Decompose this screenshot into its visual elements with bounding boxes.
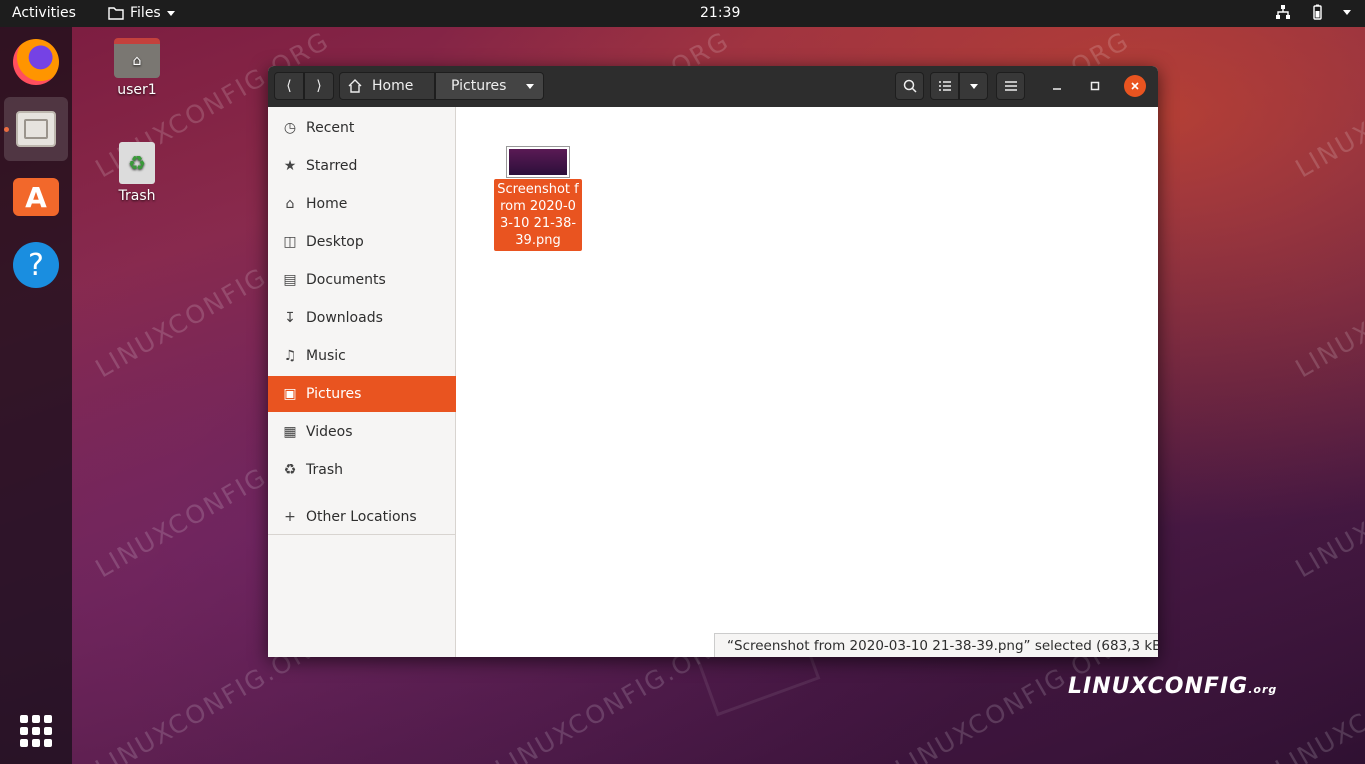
places-sidebar: ◷ Recent ★ Starred ⌂ Home ◫ Desktop ▤ Do… — [268, 107, 456, 657]
file-manager-window: ⟨ ⟩ Home Pictures ◷ Recent ★ Starred ⌂ H… — [268, 66, 1158, 657]
star-icon: ★ — [283, 158, 297, 174]
dock-help[interactable]: ? — [4, 233, 68, 297]
search-icon — [903, 79, 917, 93]
app-menu[interactable]: Files — [108, 5, 175, 21]
breadcrumb-label: Home — [372, 78, 414, 94]
home-icon: ⌂ — [285, 196, 295, 212]
activities-button[interactable]: Activities — [12, 5, 76, 21]
chevron-down-icon — [969, 83, 978, 89]
dock: A ? — [0, 27, 72, 764]
help-icon: ? — [13, 242, 59, 288]
sidebar-item-recent[interactable]: ◷ Recent — [268, 110, 456, 146]
file-view[interactable]: Screenshot from 2020-03-10 21-38-39.png — [457, 107, 1158, 657]
app-menu-label: Files — [130, 5, 161, 21]
chevron-right-icon: ⟩ — [316, 78, 322, 94]
trash-icon: ♻ — [283, 462, 297, 478]
close-button[interactable] — [1124, 75, 1146, 97]
close-icon — [1131, 82, 1139, 90]
chevron-down-icon — [166, 10, 175, 16]
file-name-label: Screenshot from 2020-03-10 21-38-39.png — [494, 179, 582, 251]
desktop-icon-home[interactable]: ⌂ user1 — [97, 38, 177, 98]
system-tray[interactable] — [1275, 4, 1351, 20]
folder-icon — [108, 7, 124, 20]
battery-icon — [1313, 4, 1322, 20]
sidebar-item-desktop[interactable]: ◫ Desktop — [268, 224, 456, 260]
desktop-icon: ◫ — [283, 234, 297, 250]
file-item[interactable]: Screenshot from 2020-03-10 21-38-39.png — [494, 146, 582, 251]
brand-logo: LINUXCONFIG.org — [1068, 674, 1278, 699]
sidebar-item-label: Videos — [306, 424, 353, 440]
sidebar-item-label: Pictures — [306, 386, 362, 402]
sidebar-item-label: Trash — [306, 462, 343, 478]
clock-icon: ◷ — [283, 120, 297, 136]
hamburger-icon — [1004, 81, 1017, 91]
breadcrumb-pictures[interactable]: Pictures — [435, 72, 544, 100]
sidebar-item-label: Other Locations — [306, 509, 417, 525]
desktop-icon-label: user1 — [117, 82, 157, 98]
sidebar-item-documents[interactable]: ▤ Documents — [268, 262, 456, 298]
network-icon — [1276, 5, 1290, 19]
software-store-icon: A — [13, 178, 59, 216]
maximize-button[interactable] — [1084, 75, 1106, 97]
clock[interactable]: 21:39 — [700, 5, 740, 21]
chevron-left-icon: ⟨ — [286, 78, 292, 94]
sidebar-item-label: Desktop — [306, 234, 364, 250]
top-bar: Activities Files 21:39 — [0, 0, 1365, 27]
view-list-button[interactable] — [930, 72, 959, 100]
sidebar-item-label: Starred — [306, 158, 358, 174]
picture-icon: ▣ — [283, 386, 297, 402]
main-menu-button[interactable] — [996, 72, 1025, 100]
show-applications-icon[interactable] — [20, 715, 52, 747]
video-icon: ▦ — [283, 424, 297, 440]
sidebar-item-label: Music — [306, 348, 346, 364]
sidebar-item-music[interactable]: ♫ Music — [268, 338, 456, 374]
sidebar-item-trash[interactable]: ♻ Trash — [268, 452, 456, 488]
download-icon: ↧ — [284, 310, 296, 326]
forward-button[interactable]: ⟩ — [304, 72, 334, 100]
sidebar-item-videos[interactable]: ▦ Videos — [268, 414, 456, 450]
home-folder-icon: ⌂ — [114, 38, 160, 78]
back-button[interactable]: ⟨ — [274, 72, 304, 100]
search-button[interactable] — [895, 72, 924, 100]
plus-icon: + — [284, 509, 296, 525]
dock-files[interactable] — [4, 97, 68, 161]
sidebar-item-starred[interactable]: ★ Starred — [268, 148, 456, 184]
chevron-down-icon — [526, 83, 535, 89]
sidebar-item-label: Downloads — [306, 310, 383, 326]
sidebar-item-label: Documents — [306, 272, 386, 288]
view-options-button[interactable] — [959, 72, 988, 100]
sidebar-item-downloads[interactable]: ↧ Downloads — [268, 300, 456, 336]
dock-firefox[interactable] — [4, 30, 68, 94]
sidebar-item-label: Recent — [306, 120, 355, 136]
files-icon — [16, 111, 56, 147]
sidebar-item-label: Home — [306, 196, 348, 212]
firefox-icon — [13, 39, 59, 85]
document-icon: ▤ — [283, 272, 297, 288]
sidebar-item-home[interactable]: ⌂ Home — [268, 186, 456, 222]
desktop-icon-trash[interactable]: ♻ Trash — [97, 142, 177, 204]
sidebar-item-pictures[interactable]: ▣ Pictures — [268, 376, 456, 412]
minimize-icon — [1053, 88, 1061, 90]
header-bar: ⟨ ⟩ Home Pictures — [268, 66, 1158, 107]
breadcrumb-label: Pictures — [451, 78, 507, 94]
music-icon: ♫ — [283, 348, 297, 364]
list-view-icon — [938, 81, 951, 91]
image-thumbnail — [506, 146, 570, 178]
maximize-icon — [1090, 81, 1100, 91]
minimize-button[interactable] — [1046, 75, 1068, 97]
home-icon — [348, 79, 362, 93]
trash-icon: ♻ — [119, 142, 155, 184]
sidebar-item-other-locations[interactable]: + Other Locations — [268, 499, 456, 535]
status-floating-bar: “Screenshot from 2020-03-10 21-38-39.png… — [714, 633, 1158, 657]
desktop-icon-label: Trash — [118, 188, 156, 204]
breadcrumb-home[interactable]: Home — [339, 72, 435, 100]
dock-software-store[interactable]: A — [4, 165, 68, 229]
system-menu-arrow-icon — [1343, 9, 1351, 15]
